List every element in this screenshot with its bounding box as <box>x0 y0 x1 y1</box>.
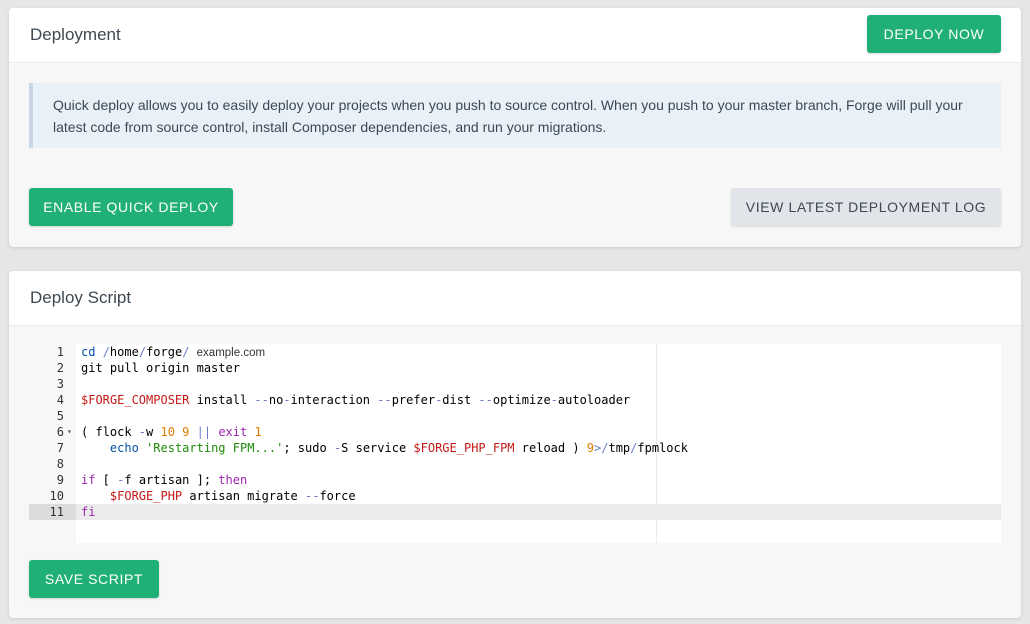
code-line[interactable]: 10 $FORGE_PHP artisan migrate --force <box>29 488 1001 504</box>
save-script-button[interactable]: SAVE SCRIPT <box>29 560 159 598</box>
code-line[interactable]: 5 <box>29 408 1001 424</box>
line-number: 2 <box>56 361 64 375</box>
code-line-active[interactable]: 11 fi <box>29 504 1001 520</box>
line-number: 3 <box>56 377 64 391</box>
code-text: $FORGE_PHP artisan migrate --force <box>109 489 356 503</box>
code-line[interactable]: 9 if [ -f artisan ]; then <box>29 472 1001 488</box>
code-text: if [ -f artisan ]; then <box>81 473 248 487</box>
deployment-card: Deployment DEPLOY NOW Quick deploy allow… <box>9 8 1021 247</box>
enable-quick-deploy-button[interactable]: ENABLE QUICK DEPLOY <box>29 188 233 226</box>
code-line[interactable]: 2 git pull origin master <box>29 360 1001 376</box>
deploy-script-title: Deploy Script <box>30 288 132 307</box>
code-line[interactable]: 7 echo 'Restarting FPM...'; sudo -S serv… <box>29 440 1001 456</box>
line-number: 7 <box>56 441 64 455</box>
line-number: 4 <box>56 393 64 407</box>
line-number: 9 <box>56 473 64 487</box>
fold-toggle-icon[interactable]: ▾ <box>67 424 72 440</box>
view-latest-deployment-log-button[interactable]: VIEW LATEST DEPLOYMENT LOG <box>731 188 1001 226</box>
code-text: $FORGE_COMPOSER install --no-interaction… <box>81 393 631 407</box>
code-line[interactable]: 3 <box>29 376 1001 392</box>
quick-deploy-info-box: Quick deploy allows you to easily deploy… <box>29 83 1001 148</box>
code-text: echo 'Restarting FPM...'; sudo -S servic… <box>109 441 688 455</box>
deploy-now-button[interactable]: DEPLOY NOW <box>867 15 1001 53</box>
code-line[interactable]: 6 ▾ ( flock -w 10 9 || exit 1 <box>29 424 1001 440</box>
code-line[interactable]: 8 <box>29 456 1001 472</box>
code-text: cd /home/forge/ example.com <box>81 345 266 359</box>
code-line[interactable]: 1 cd /home/forge/ example.com <box>29 344 1001 360</box>
line-number: 5 <box>56 409 64 423</box>
line-number: 8 <box>56 457 64 471</box>
line-number: 11 <box>29 504 76 520</box>
quick-deploy-info-text: Quick deploy allows you to easily deploy… <box>53 97 963 135</box>
line-number: 10 <box>49 489 64 503</box>
deploy-script-card: Deploy Script 1 cd /home/forge/ example.… <box>9 271 1021 618</box>
line-number: 6 <box>56 425 64 439</box>
deploy-script-editor[interactable]: 1 cd /home/forge/ example.com 2 git pull… <box>29 344 1001 543</box>
code-text: fi <box>81 505 96 519</box>
deployment-title: Deployment <box>30 25 121 44</box>
code-line[interactable]: 4 $FORGE_COMPOSER install --no-interacti… <box>29 392 1001 408</box>
deploy-script-card-header: Deploy Script <box>9 271 1021 326</box>
code-text: git pull origin master <box>81 361 240 375</box>
code-text: ( flock -w 10 9 || exit 1 <box>81 425 262 439</box>
line-number: 1 <box>56 345 64 359</box>
deployment-card-header: Deployment DEPLOY NOW <box>9 8 1021 63</box>
